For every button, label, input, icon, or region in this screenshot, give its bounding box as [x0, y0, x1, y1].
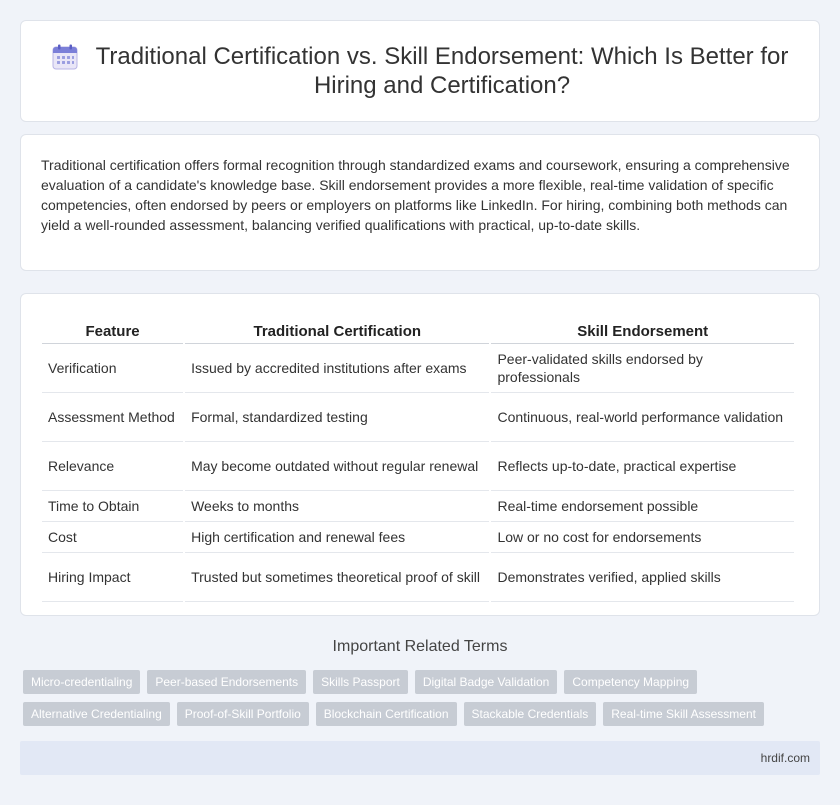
- header-card: Traditional Certification vs. Skill Endo…: [20, 20, 820, 122]
- related-term-tag[interactable]: Micro-credentialing: [23, 670, 141, 694]
- comparison-table-card: Feature Traditional Certification Skill …: [20, 293, 820, 616]
- related-term-tag[interactable]: Competency Mapping: [564, 670, 698, 694]
- feature-cell: Relevance: [42, 442, 184, 491]
- summary-text: Traditional certification offers formal …: [41, 157, 790, 233]
- related-term-tag[interactable]: Skills Passport: [313, 670, 408, 694]
- table-row: Assessment Method Formal, standardized t…: [42, 393, 794, 442]
- endorsement-cell: Real-time endorsement possible: [491, 491, 794, 522]
- table-row: Hiring Impact Trusted but sometimes theo…: [42, 553, 794, 602]
- traditional-cell: High certification and renewal fees: [185, 522, 490, 553]
- table-row: Relevance May become outdated without re…: [42, 442, 794, 491]
- header-traditional-certification: Traditional Certification: [185, 314, 490, 344]
- tag-row: Alternative Credentialing Proof-of-Skill…: [23, 702, 813, 726]
- feature-cell: Time to Obtain: [42, 491, 184, 522]
- traditional-cell: Weeks to months: [185, 491, 490, 522]
- related-term-tag[interactable]: Blockchain Certification: [315, 702, 457, 726]
- table-header-row: Feature Traditional Certification Skill …: [42, 314, 794, 344]
- related-terms-tags: Micro-credentialing Peer-based Endorseme…: [23, 670, 813, 734]
- related-term-tag[interactable]: Peer-based Endorsements: [147, 670, 307, 694]
- comparison-table: Feature Traditional Certification Skill …: [40, 314, 796, 602]
- related-term-tag[interactable]: Stackable Credentials: [463, 702, 597, 726]
- table-row: Cost High certification and renewal fees…: [42, 522, 794, 553]
- traditional-cell: Formal, standardized testing: [185, 393, 490, 442]
- traditional-cell: Issued by accredited institutions after …: [185, 344, 490, 393]
- endorsement-cell: Low or no cost for endorsements: [491, 522, 794, 553]
- calendar-icon: [52, 44, 78, 70]
- related-term-tag[interactable]: Digital Badge Validation: [414, 670, 558, 694]
- related-term-tag[interactable]: Alternative Credentialing: [23, 702, 170, 726]
- related-terms-title: Important Related Terms: [332, 638, 508, 655]
- feature-cell: Assessment Method: [42, 393, 184, 442]
- endorsement-cell: Continuous, real-world performance valid…: [491, 393, 794, 442]
- endorsement-cell: Demonstrates verified, applied skills: [491, 553, 794, 602]
- tag-row: Micro-credentialing Peer-based Endorseme…: [23, 670, 813, 694]
- header-feature: Feature: [42, 314, 184, 344]
- feature-cell: Hiring Impact: [42, 553, 184, 602]
- feature-cell: Verification: [42, 344, 184, 393]
- endorsement-cell: Reflects up-to-date, practical expertise: [491, 442, 794, 491]
- traditional-cell: Trusted but sometimes theoretical proof …: [185, 553, 490, 602]
- footer: hrdif.com: [20, 741, 820, 775]
- header-skill-endorsement: Skill Endorsement: [491, 314, 794, 344]
- related-term-tag[interactable]: Real-time Skill Assessment: [603, 702, 764, 726]
- table-row: Time to Obtain Weeks to months Real-time…: [42, 491, 794, 522]
- table-row: Verification Issued by accredited instit…: [42, 344, 794, 393]
- summary-card: Traditional certification offers formal …: [20, 134, 820, 271]
- related-term-tag[interactable]: Proof-of-Skill Portfolio: [176, 702, 309, 726]
- page-title: Traditional Certification vs. Skill Endo…: [95, 43, 789, 99]
- feature-cell: Cost: [42, 522, 184, 553]
- traditional-cell: May become outdated without regular rene…: [185, 442, 490, 491]
- footer-site-link[interactable]: hrdif.com: [761, 751, 810, 765]
- endorsement-cell: Peer-validated skills endorsed by profes…: [491, 344, 794, 393]
